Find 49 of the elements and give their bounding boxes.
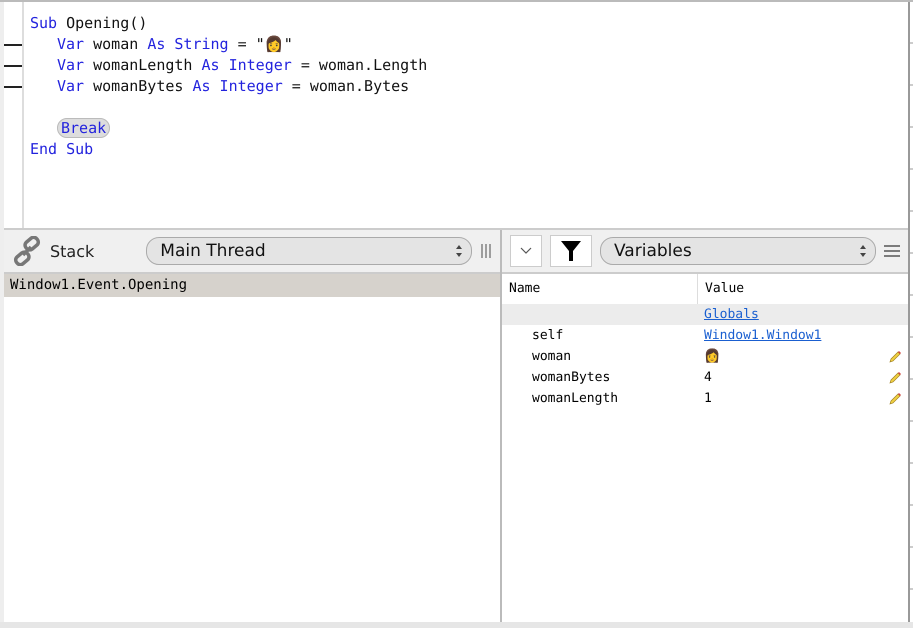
variable-row[interactable]: womanLength 1: [502, 388, 908, 409]
code-text: woman: [92, 35, 140, 53]
code-text: Opening(): [65, 14, 148, 32]
pencil-icon[interactable]: [888, 350, 902, 364]
breakpoint-marker[interactable]: [4, 64, 22, 66]
code-text: = woman.Bytes: [290, 77, 410, 95]
updown-icon: [859, 244, 867, 258]
scope-dropdown[interactable]: Variables: [600, 237, 876, 265]
pencil-icon[interactable]: [888, 370, 902, 384]
code-text: womanBytes: [92, 77, 184, 95]
pencil-icon[interactable]: [888, 392, 902, 406]
variable-row[interactable]: woman 👩: [502, 346, 908, 367]
keyword-text: Var: [57, 77, 84, 95]
group-row[interactable]: Globals: [502, 304, 908, 325]
variable-value: 4: [704, 369, 712, 387]
breakpoint-marker[interactable]: [4, 86, 22, 88]
keyword-text: Var: [57, 35, 84, 53]
variable-name: woman: [532, 348, 572, 366]
keyword-text: Var: [57, 56, 84, 74]
break-statement: Break: [57, 118, 110, 138]
keyword-text: End Sub: [30, 140, 94, 158]
code-text: = "👩": [236, 35, 293, 53]
column-header[interactable]: Value: [698, 274, 888, 304]
column-handle-icon[interactable]: [480, 243, 492, 259]
keyword-text: As String: [147, 35, 229, 53]
link-icon: [12, 236, 42, 266]
variable-name: self: [532, 327, 564, 345]
code-text: womanLength: [92, 56, 194, 74]
stack-title: Stack: [50, 242, 94, 260]
keyword-text: As Integer: [192, 77, 283, 95]
variable-row[interactable]: self Window1.Window1: [502, 325, 908, 346]
value-link[interactable]: Globals: [704, 304, 759, 325]
breakpoint-marker[interactable]: [4, 44, 22, 46]
variable-name: womanLength: [532, 390, 618, 408]
keyword-text: As Integer: [202, 56, 292, 74]
variable-name: womanBytes: [532, 369, 610, 387]
value-link[interactable]: Window1.Window1: [704, 325, 822, 346]
thread-dropdown[interactable]: Main Thread: [146, 237, 472, 265]
keyword-text: Sub: [30, 14, 58, 32]
variable-row[interactable]: womanBytes 4: [502, 367, 908, 388]
stack-frame[interactable]: Window1.Event.Opening: [4, 274, 500, 297]
variable-value: 1: [704, 390, 712, 408]
code-text: = woman.Length: [300, 56, 428, 74]
filter-icon: [560, 240, 582, 262]
variable-value: 👩: [704, 347, 720, 366]
menu-icon[interactable]: [884, 244, 900, 258]
filter-button[interactable]: [550, 235, 592, 267]
updown-icon: [455, 244, 463, 258]
chevron-icon: [520, 247, 532, 255]
